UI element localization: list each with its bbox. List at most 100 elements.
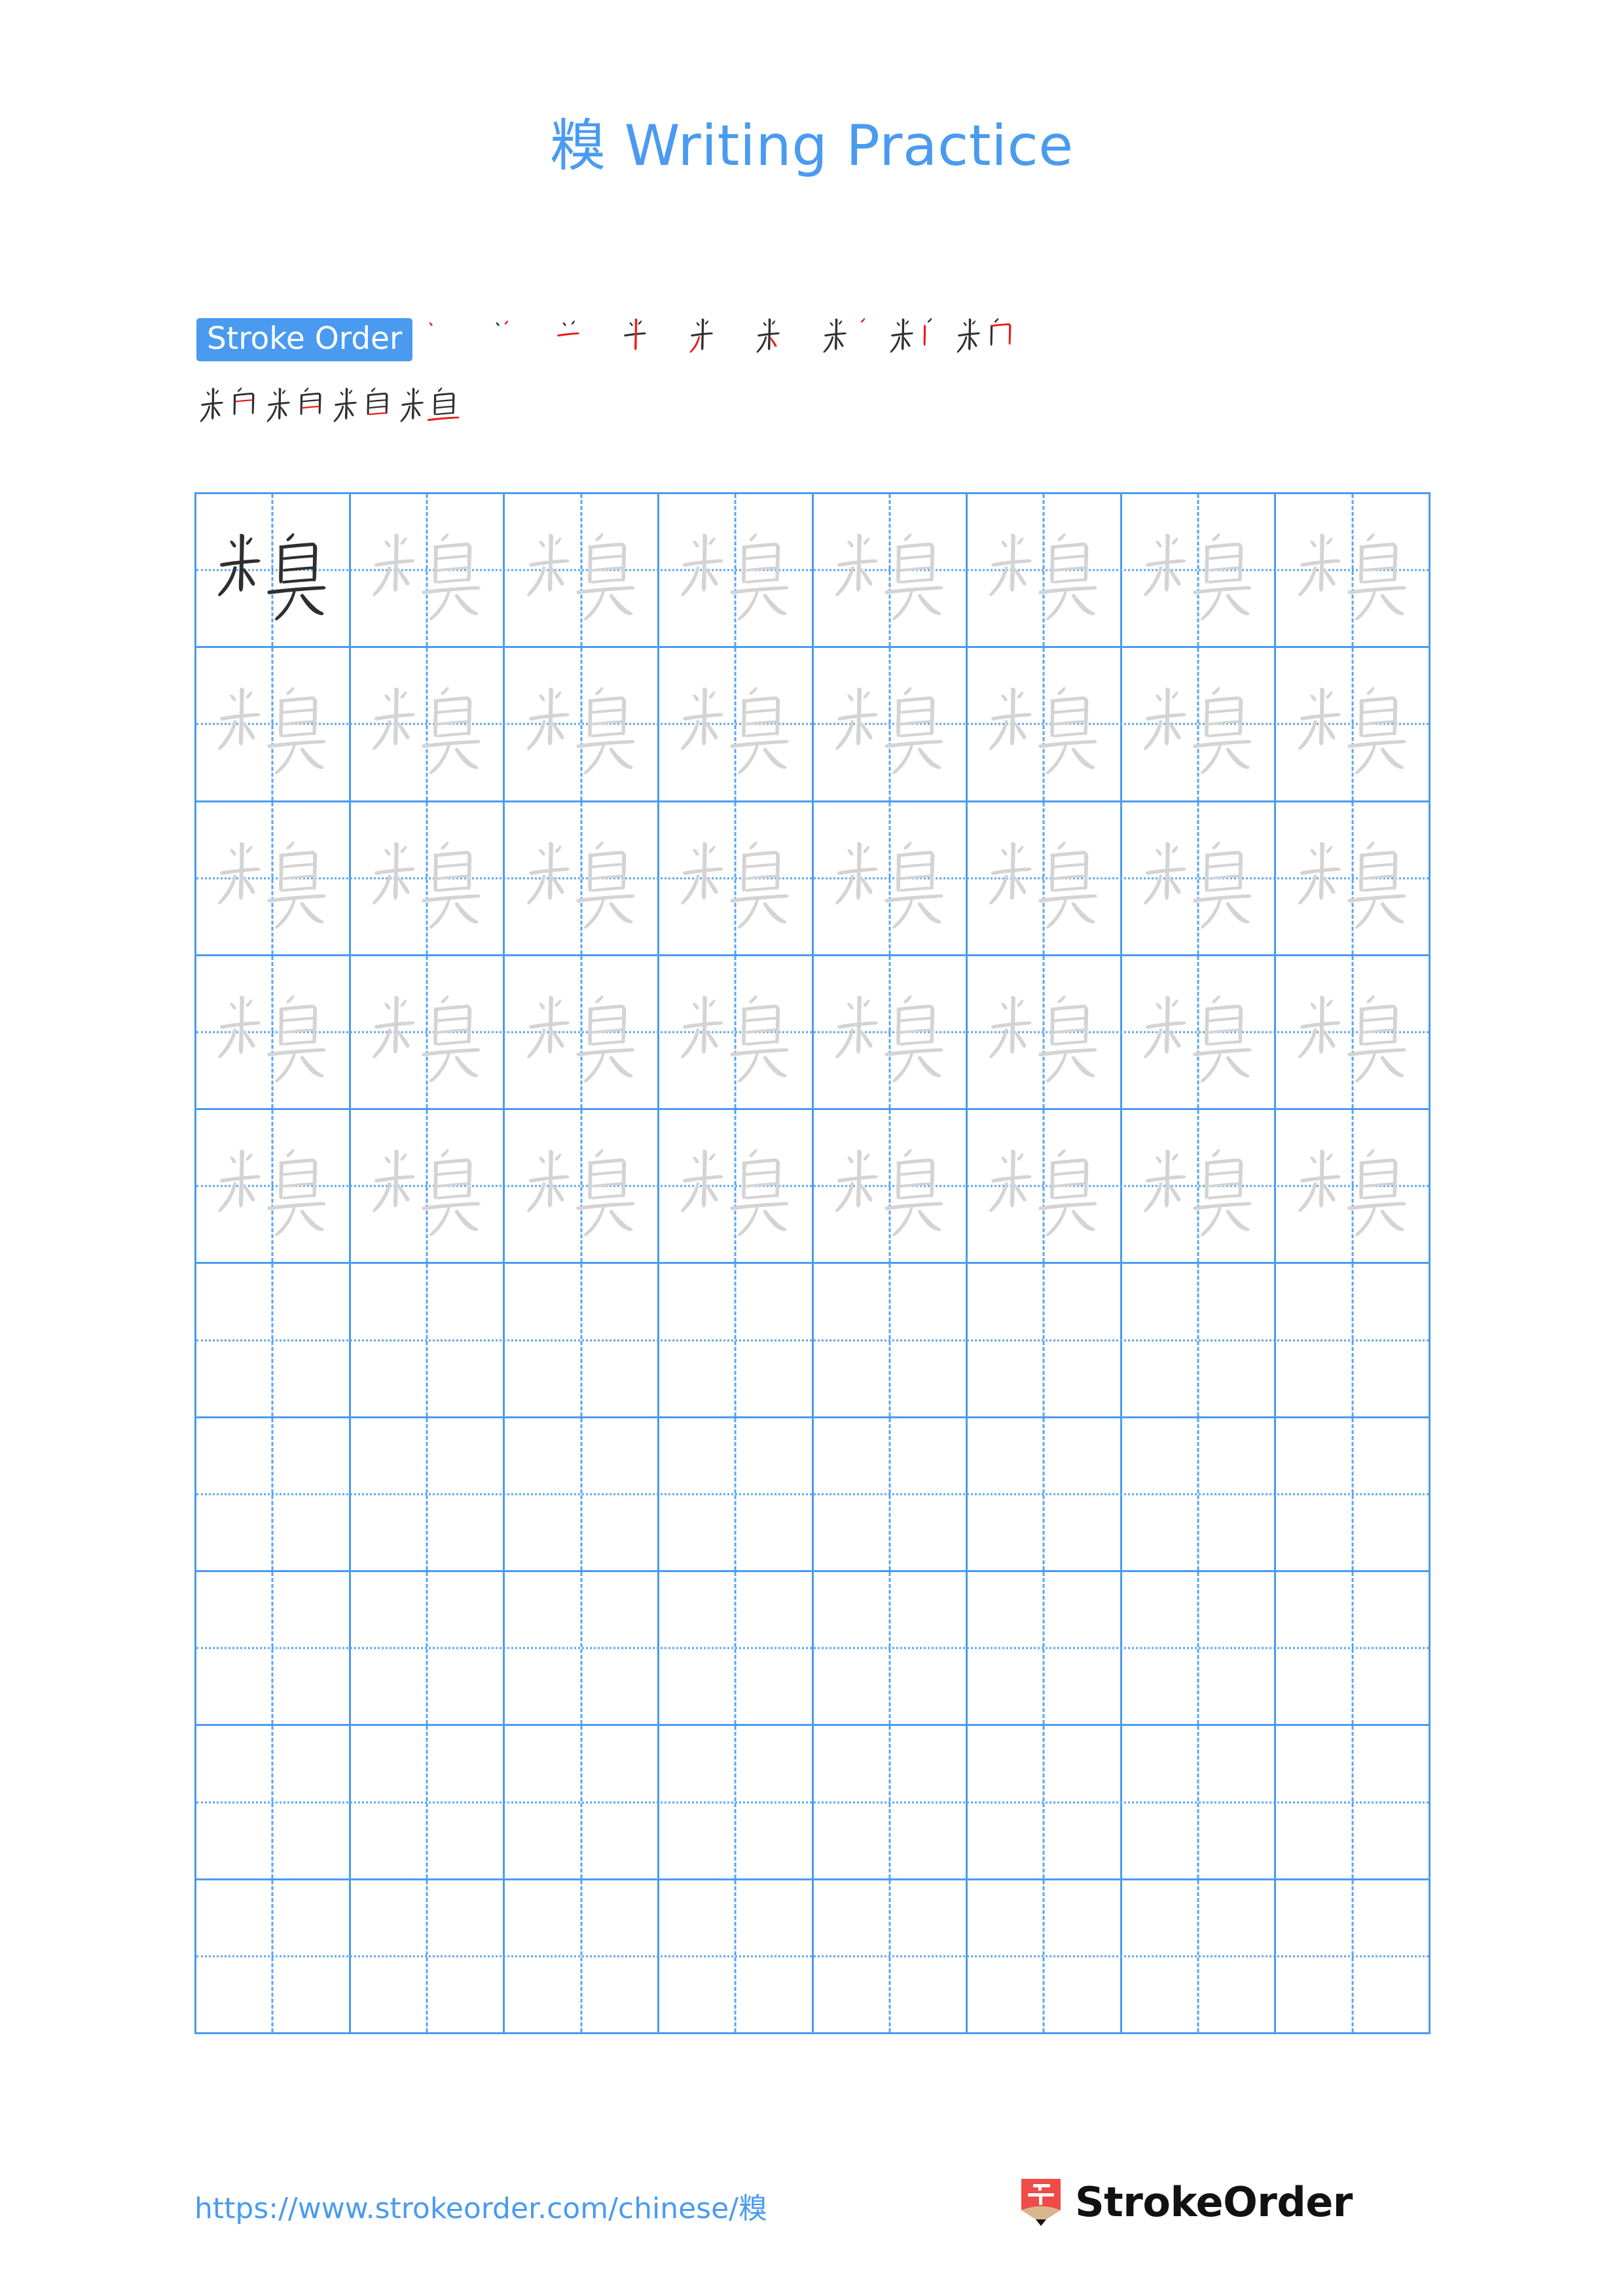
practice-cell-4-2[interactable]	[351, 956, 505, 1109]
stroke-step-1	[419, 305, 486, 372]
stroke-order-badge: Stroke Order	[196, 318, 413, 361]
practice-cell-2-3[interactable]	[505, 648, 659, 800]
practice-cell-10-6[interactable]	[968, 1880, 1122, 2032]
practice-cell-7-3[interactable]	[505, 1418, 659, 1571]
practice-cell-1-3[interactable]	[505, 494, 659, 647]
trace-character	[211, 971, 333, 1093]
practice-cell-4-7[interactable]	[1122, 956, 1277, 1109]
practice-cell-7-2[interactable]	[351, 1418, 505, 1571]
practice-grid-row	[196, 1880, 1429, 2032]
practice-cell-6-3[interactable]	[505, 1264, 659, 1416]
practice-cell-1-2[interactable]	[351, 494, 505, 647]
practice-cell-1-1[interactable]	[196, 494, 351, 647]
practice-cell-5-7[interactable]	[1122, 1110, 1277, 1263]
practice-cell-10-5[interactable]	[814, 1880, 968, 2032]
practice-cell-6-4[interactable]	[659, 1264, 814, 1416]
practice-cell-5-1[interactable]	[196, 1110, 351, 1263]
practice-cell-9-5[interactable]	[814, 1726, 968, 1878]
trace-character	[211, 663, 333, 785]
practice-cell-10-8[interactable]	[1276, 1880, 1429, 2032]
practice-cell-6-1[interactable]	[196, 1264, 351, 1416]
practice-cell-6-7[interactable]	[1122, 1264, 1277, 1416]
practice-cell-9-6[interactable]	[968, 1726, 1122, 1878]
practice-cell-8-2[interactable]	[351, 1572, 505, 1725]
practice-cell-4-4[interactable]	[659, 956, 814, 1109]
practice-cell-6-6[interactable]	[968, 1264, 1122, 1416]
practice-cell-3-7[interactable]	[1122, 802, 1277, 954]
trace-character	[1137, 817, 1259, 939]
practice-cell-5-5[interactable]	[814, 1110, 968, 1263]
practice-grid-row	[196, 1726, 1429, 1880]
practice-cell-9-4[interactable]	[659, 1726, 814, 1878]
trace-character	[211, 817, 333, 939]
practice-cell-7-5[interactable]	[814, 1418, 968, 1571]
practice-cell-7-4[interactable]	[659, 1418, 814, 1571]
practice-cell-9-2[interactable]	[351, 1726, 505, 1878]
practice-cell-9-3[interactable]	[505, 1726, 659, 1878]
practice-cell-5-2[interactable]	[351, 1110, 505, 1263]
practice-cell-3-1[interactable]	[196, 802, 351, 954]
practice-cell-2-4[interactable]	[659, 648, 814, 800]
practice-cell-3-8[interactable]	[1276, 802, 1429, 954]
practice-cell-9-8[interactable]	[1276, 1726, 1429, 1878]
practice-cell-9-1[interactable]	[196, 1726, 351, 1878]
stroke-step-5	[686, 305, 753, 372]
practice-cell-5-6[interactable]	[968, 1110, 1122, 1263]
practice-cell-8-8[interactable]	[1276, 1572, 1429, 1724]
practice-cell-2-6[interactable]	[968, 648, 1122, 800]
practice-cell-4-3[interactable]	[505, 956, 659, 1109]
practice-cell-10-4[interactable]	[659, 1880, 814, 2032]
practice-cell-9-7[interactable]	[1122, 1726, 1277, 1878]
practice-cell-2-5[interactable]	[814, 648, 968, 800]
practice-cell-4-1[interactable]	[196, 956, 351, 1109]
practice-cell-3-2[interactable]	[351, 802, 505, 954]
practice-cell-2-2[interactable]	[351, 648, 505, 800]
practice-grid-row	[196, 1418, 1429, 1573]
practice-cell-8-3[interactable]	[505, 1572, 659, 1725]
practice-cell-6-5[interactable]	[814, 1264, 968, 1416]
practice-cell-3-4[interactable]	[659, 802, 814, 954]
footer-url[interactable]: https://www.strokeorder.com/chinese/糗	[194, 2189, 767, 2229]
trace-character	[674, 663, 796, 785]
practice-cell-2-1[interactable]	[196, 648, 351, 800]
practice-cell-1-8[interactable]	[1276, 494, 1429, 646]
practice-grid	[194, 492, 1431, 2034]
practice-cell-2-8[interactable]	[1276, 648, 1429, 800]
practice-cell-1-5[interactable]	[814, 494, 968, 647]
stroke-step-list-1	[419, 305, 1020, 374]
practice-cell-10-3[interactable]	[505, 1880, 659, 2032]
trace-character	[1137, 663, 1259, 785]
trace-character	[1137, 509, 1259, 631]
practice-cell-5-3[interactable]	[505, 1110, 659, 1263]
practice-cell-8-1[interactable]	[196, 1572, 351, 1725]
practice-cell-4-8[interactable]	[1276, 956, 1429, 1108]
practice-cell-10-1[interactable]	[196, 1880, 351, 2032]
practice-cell-7-7[interactable]	[1122, 1418, 1277, 1571]
stroke-step-10	[196, 374, 263, 441]
practice-cell-10-2[interactable]	[351, 1880, 505, 2032]
practice-cell-3-3[interactable]	[505, 802, 659, 954]
practice-cell-1-7[interactable]	[1122, 494, 1277, 647]
practice-cell-3-6[interactable]	[968, 802, 1122, 954]
practice-cell-6-8[interactable]	[1276, 1264, 1429, 1416]
practice-cell-8-6[interactable]	[968, 1572, 1122, 1725]
practice-cell-8-5[interactable]	[814, 1572, 968, 1725]
practice-cell-7-1[interactable]	[196, 1418, 351, 1571]
trace-character	[983, 817, 1104, 939]
practice-cell-8-7[interactable]	[1122, 1572, 1277, 1725]
practice-cell-1-6[interactable]	[968, 494, 1122, 647]
practice-cell-7-6[interactable]	[968, 1418, 1122, 1571]
practice-cell-4-6[interactable]	[968, 956, 1122, 1109]
practice-cell-8-4[interactable]	[659, 1572, 814, 1725]
practice-cell-2-7[interactable]	[1122, 648, 1277, 800]
practice-cell-5-4[interactable]	[659, 1110, 814, 1263]
practice-cell-4-5[interactable]	[814, 956, 968, 1109]
practice-cell-1-4[interactable]	[659, 494, 814, 647]
stroke-step-8	[886, 305, 953, 372]
practice-cell-6-2[interactable]	[351, 1264, 505, 1416]
practice-cell-7-8[interactable]	[1276, 1418, 1429, 1570]
practice-cell-10-7[interactable]	[1122, 1880, 1277, 2032]
trace-character	[829, 817, 951, 939]
practice-cell-3-5[interactable]	[814, 802, 968, 954]
practice-cell-5-8[interactable]	[1276, 1110, 1429, 1262]
